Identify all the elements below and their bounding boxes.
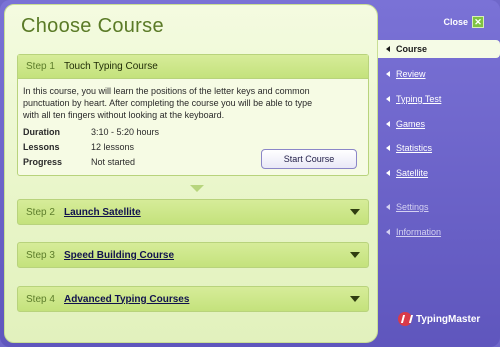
logo-text: TypingMaster — [416, 313, 481, 325]
triangle-left-icon — [386, 96, 390, 102]
main-panel: Choose Course Step 1 Touch Typing Course… — [4, 4, 378, 343]
triangle-left-icon — [386, 46, 390, 52]
sidebar-item-satellite[interactable]: Satellite — [378, 164, 500, 182]
sidebar-item-typing-test[interactable]: Typing Test — [378, 90, 500, 108]
triangle-left-icon — [386, 71, 390, 77]
detail-label: Progress — [23, 157, 63, 167]
sidebar-item-label: Typing Test — [396, 94, 442, 104]
step-number: Step 2 — [26, 206, 55, 218]
sidebar-item-settings[interactable]: Settings — [378, 198, 500, 216]
app-window: Choose Course Step 1 Touch Typing Course… — [0, 0, 500, 347]
close-label: Close — [443, 17, 468, 27]
step-1-header[interactable]: Step 1 Touch Typing Course — [18, 55, 368, 79]
sidebar-item-statistics[interactable]: Statistics — [378, 139, 500, 157]
sidebar-item-label: Course — [396, 44, 428, 54]
sidebar-item-label: Review — [396, 69, 426, 79]
sidebar: Close ✕ Course Review Typing Test Games … — [378, 0, 500, 347]
sidebar-item-games[interactable]: Games — [378, 115, 500, 133]
arrow-down-icon — [190, 185, 204, 192]
step-number: Step 3 — [26, 249, 55, 261]
step-number: Step 4 — [26, 293, 55, 305]
sidebar-item-course[interactable]: Course — [378, 40, 500, 58]
step-link[interactable]: Speed Building Course — [64, 250, 174, 261]
detail-label: Lessons — [23, 142, 60, 152]
detail-value: 12 lessons — [91, 142, 135, 152]
detail-label: Duration — [23, 127, 60, 137]
triangle-left-icon — [386, 229, 390, 235]
page-title: Choose Course — [21, 15, 164, 37]
course-description: In this course, you will learn the posit… — [23, 86, 313, 120]
sidebar-item-information[interactable]: Information — [378, 223, 500, 241]
detail-value: Not started — [91, 157, 136, 167]
chevron-down-icon[interactable] — [350, 209, 360, 215]
triangle-left-icon — [386, 204, 390, 210]
step-number: Step 1 — [26, 61, 55, 72]
sidebar-item-label: Statistics — [396, 143, 433, 153]
close-button[interactable]: Close ✕ — [443, 16, 484, 28]
step-3-panel[interactable]: Step 3 Speed Building Course — [17, 242, 369, 268]
sidebar-item-label: Games — [396, 119, 426, 129]
chevron-down-icon[interactable] — [350, 296, 360, 302]
close-icon[interactable]: ✕ — [472, 16, 484, 28]
triangle-left-icon — [386, 170, 390, 176]
start-course-button[interactable]: Start Course — [261, 149, 357, 169]
step-4-panel[interactable]: Step 4 Advanced Typing Courses — [17, 286, 369, 312]
chevron-down-icon[interactable] — [350, 252, 360, 258]
sidebar-item-label: Satellite — [396, 168, 429, 178]
step-link[interactable]: Launch Satellite — [64, 207, 141, 218]
step-link[interactable]: Advanced Typing Courses — [64, 294, 189, 305]
triangle-left-icon — [386, 145, 390, 151]
sidebar-item-label: Settings — [396, 202, 429, 212]
sidebar-item-review[interactable]: Review — [378, 65, 500, 83]
typingmaster-logo-icon — [398, 312, 412, 326]
detail-value: 3:10 - 5:20 hours — [91, 127, 160, 137]
step-name: Touch Typing Course — [64, 61, 158, 72]
sidebar-item-label: Information — [396, 227, 442, 237]
triangle-left-icon — [386, 121, 390, 127]
typingmaster-logo: TypingMaster — [398, 312, 480, 326]
step-2-panel[interactable]: Step 2 Launch Satellite — [17, 199, 369, 225]
